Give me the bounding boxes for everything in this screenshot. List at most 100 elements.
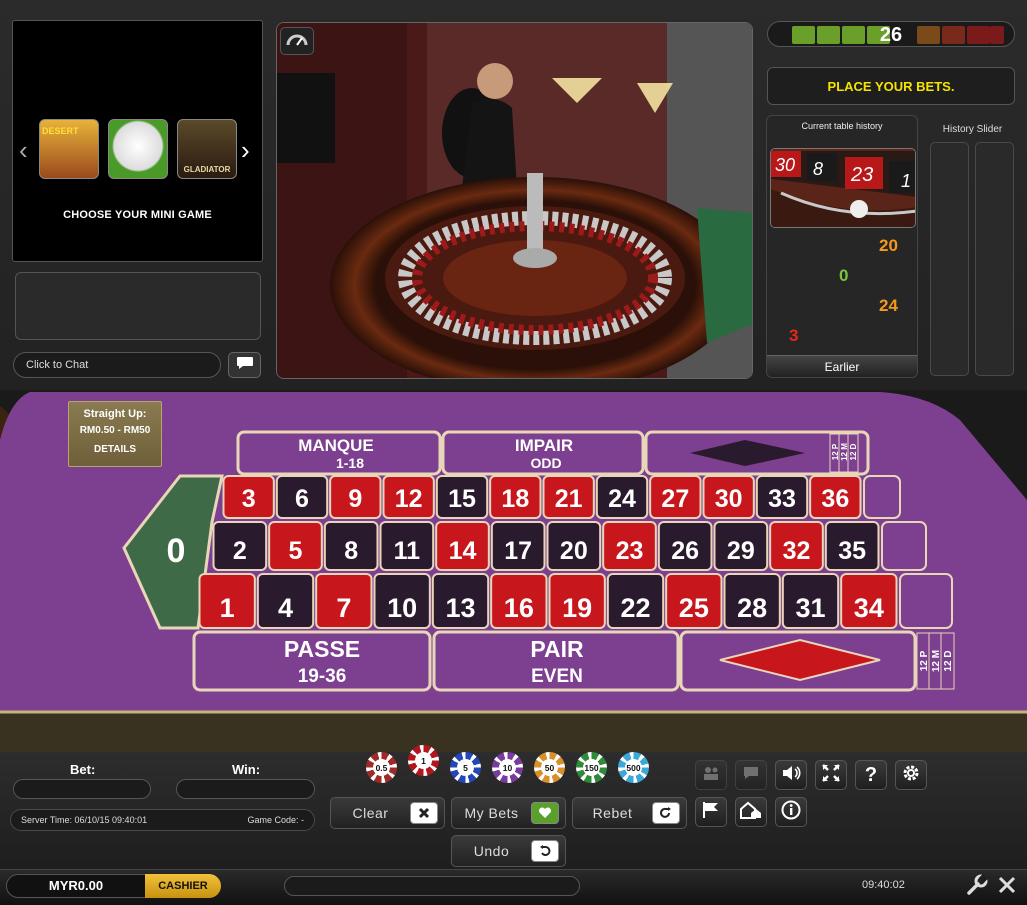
lobby-button[interactable] [735, 797, 767, 827]
limits-details-link[interactable]: DETAILS [69, 444, 161, 455]
bet-timer: 26 [767, 21, 1015, 47]
table-limits-card[interactable]: Straight Up: RM0.50 - RM50 DETAILS [68, 401, 162, 467]
chip-value: 150 [583, 759, 600, 776]
chat-input[interactable]: Click to Chat [13, 352, 221, 378]
number-30: 30 [715, 485, 743, 513]
settings-button[interactable] [895, 760, 927, 790]
my-bets-button[interactable]: My Bets [451, 797, 566, 829]
number-20: 20 [560, 537, 588, 565]
timer-segment [990, 26, 1004, 44]
chat-toggle-button[interactable] [735, 760, 767, 790]
message-ticker [284, 876, 580, 896]
pair-label: PAIR [530, 636, 584, 662]
mini-game-caption: CHOOSE YOUR MINI GAME [63, 209, 212, 221]
number-29: 29 [727, 537, 755, 565]
cashier-button[interactable]: CASHIER [145, 874, 221, 898]
chevron-left-icon[interactable]: ‹ [19, 135, 28, 166]
chat-log [15, 272, 261, 340]
dozen-label: 12 M [931, 650, 942, 672]
chip-0.5[interactable]: 0.5 [366, 752, 397, 783]
number-21: 21 [555, 485, 583, 513]
number-6: 6 [295, 485, 309, 513]
number-25: 25 [679, 593, 709, 623]
gear-icon [901, 763, 921, 788]
rebet-button[interactable]: Rebet [572, 797, 687, 829]
wrench-icon[interactable] [966, 873, 988, 901]
column-bet-cell[interactable] [863, 475, 901, 519]
chip-5[interactable]: 5 [450, 752, 481, 783]
number-7: 7 [336, 593, 351, 623]
gauge-icon [286, 32, 308, 51]
video-quality-button[interactable] [280, 27, 314, 55]
home-icon [740, 801, 762, 824]
redo-icon [652, 802, 680, 824]
chip-10[interactable]: 10 [492, 752, 523, 783]
chip-50[interactable]: 50 [534, 752, 565, 783]
speaker-icon [781, 765, 801, 786]
limits-range: RM0.50 - RM50 [79, 425, 151, 436]
number-12: 12 [395, 485, 423, 513]
chip-500[interactable]: 500 [618, 752, 649, 783]
table-history-panel: Current table history 30 8 23 1 20 0 24 … [766, 115, 918, 378]
wheel-number: 1 [901, 171, 911, 191]
number-16: 16 [504, 593, 534, 623]
close-icon [410, 802, 438, 824]
number-14: 14 [449, 537, 477, 565]
column-bet-cell[interactable] [899, 573, 953, 629]
balance-display: MYR0.00 [6, 874, 146, 898]
history-slider-track[interactable] [930, 142, 969, 376]
timer-count: 26 [879, 24, 903, 46]
report-button[interactable] [695, 797, 727, 827]
chip-value: 500 [625, 759, 642, 776]
number-24: 24 [608, 485, 636, 513]
number-13: 13 [445, 593, 475, 623]
gladiator-label: GLADIATOR [183, 165, 231, 174]
server-time: Server Time: 06/10/15 09:40:01 [21, 815, 148, 825]
live-video-feed [276, 22, 753, 379]
earlier-button[interactable]: Earlier [767, 355, 917, 377]
chip-1[interactable]: 1 [408, 745, 439, 776]
number-9: 9 [348, 485, 362, 513]
win-label: Win: [232, 762, 261, 777]
chip-value: 1 [415, 752, 432, 769]
undo-button[interactable]: Undo [451, 835, 566, 867]
chip-150[interactable]: 150 [576, 752, 607, 783]
people-icon [702, 765, 720, 786]
fullscreen-button[interactable] [815, 760, 847, 790]
dozen-label: 12 P [919, 650, 930, 671]
number-17: 17 [504, 537, 532, 565]
column-bet-cell[interactable] [881, 521, 927, 571]
number-1: 1 [220, 593, 235, 623]
number-18: 18 [501, 485, 529, 513]
mini-game-desert-treasure[interactable]: DESERT [39, 119, 99, 179]
chevron-right-icon[interactable]: › [241, 135, 250, 166]
chip-value: 50 [541, 759, 558, 776]
number-8: 8 [344, 537, 358, 565]
my-bets-label: My Bets [464, 805, 519, 821]
close-icon[interactable] [998, 876, 1016, 899]
server-info: Server Time: 06/10/15 09:40:01 Game Code… [10, 809, 315, 831]
timer-segment [792, 26, 815, 44]
dozen-label: 12 D [849, 443, 858, 460]
dealer-info-button[interactable] [695, 760, 727, 790]
number-33: 33 [768, 485, 796, 513]
number-36: 36 [821, 485, 849, 513]
number-22: 22 [620, 593, 650, 623]
sound-button[interactable] [775, 760, 807, 790]
number-28: 28 [737, 593, 767, 623]
game-code: Game Code: - [247, 815, 304, 825]
info-icon [781, 800, 801, 825]
timer-segment [817, 26, 840, 44]
history-slider-title: History Slider [942, 124, 1003, 135]
chat-send-button[interactable] [228, 352, 261, 378]
mini-game-football[interactable] [108, 119, 168, 179]
number-23: 23 [616, 537, 644, 565]
clear-button[interactable]: Clear [330, 797, 445, 829]
help-button[interactable]: ? [855, 760, 887, 790]
history-slider-track[interactable] [975, 142, 1014, 376]
info-button[interactable] [775, 797, 807, 827]
heart-icon [531, 802, 559, 824]
mini-game-gladiator[interactable]: GLADIATOR [177, 119, 237, 179]
limits-title: Straight Up: [83, 408, 147, 420]
even-label: EVEN [531, 666, 583, 687]
